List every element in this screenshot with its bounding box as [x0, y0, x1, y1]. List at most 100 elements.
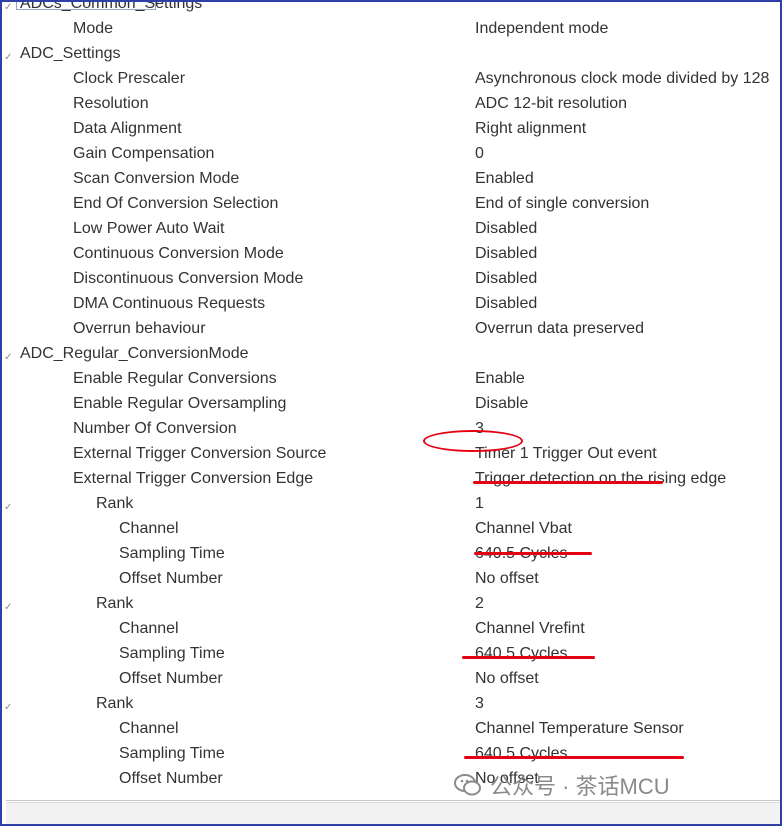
parameter-name: Mode — [73, 20, 114, 37]
annotation-underline — [473, 481, 663, 484]
parameter-value[interactable]: Overrun data preserved — [475, 319, 644, 339]
parameter-name: Scan Conversion Mode — [73, 170, 240, 187]
parameter-value[interactable]: Right alignment — [475, 119, 586, 139]
parameter-name: Rank — [96, 595, 134, 612]
tree-row[interactable]: Channel Channel Vrefint — [2, 619, 780, 644]
horizontal-scrollbar[interactable] — [6, 802, 780, 824]
tree-row[interactable]: ✓ Rank 3 — [2, 694, 780, 719]
tree-group-header[interactable]: ✓ ADCs_Common_Settings — [2, 2, 780, 19]
parameter-name: Gain Compensation — [73, 145, 215, 162]
parameter-name: Resolution — [73, 95, 149, 112]
parameter-name: Offset Number — [119, 770, 223, 787]
parameter-name: ADCs_Common_Settings — [20, 2, 203, 12]
parameter-value[interactable]: 2 — [475, 594, 484, 614]
expand-chevron-icon[interactable]: ✓ — [4, 498, 12, 518]
parameter-value[interactable]: Channel Temperature Sensor — [475, 719, 684, 739]
settings-panel: ✓ ADCs_Common_Settings Mode Independent mod… — [0, 0, 782, 826]
tree-row[interactable]: Data Alignment Right alignment — [2, 119, 780, 144]
parameter-name: Low Power Auto Wait — [73, 220, 225, 237]
tree-row[interactable]: Sampling Time 640.5 Cycles — [2, 644, 780, 669]
annotation-underline — [462, 656, 595, 659]
parameter-name: Discontinuous Conversion Mode — [73, 270, 304, 287]
parameter-name: Enable Regular Conversions — [73, 370, 277, 387]
annotation-underline — [474, 552, 592, 555]
parameter-value[interactable]: Disabled — [475, 294, 537, 314]
parameter-value[interactable]: 0 — [475, 144, 484, 164]
tree-row[interactable]: Gain Compensation 0 — [2, 144, 780, 169]
tree-row[interactable]: Resolution ADC 12-bit resolution — [2, 94, 780, 119]
tree-row[interactable]: Channel Channel Temperature Sensor — [2, 719, 780, 744]
parameter-name: Channel — [119, 620, 179, 637]
parameter-tree: ✓ ADCs_Common_Settings Mode Independent mod… — [2, 2, 780, 802]
expand-chevron-icon[interactable]: ✓ — [4, 698, 12, 718]
parameter-name: External Trigger Conversion Edge — [73, 470, 314, 487]
tree-row[interactable]: Continuous Conversion Mode Disabled — [2, 244, 780, 269]
tree-row[interactable]: Scan Conversion Mode Enabled — [2, 169, 780, 194]
parameter-name: ADC_Regular_ConversionMode — [20, 345, 249, 362]
expand-chevron-icon[interactable]: ✓ — [4, 48, 12, 68]
parameter-value[interactable]: Disabled — [475, 269, 537, 289]
expand-chevron-icon[interactable]: ✓ — [4, 348, 12, 368]
tree-row[interactable]: Enable Regular Conversions Enable — [2, 369, 780, 394]
annotation-underline — [464, 756, 684, 759]
parameter-value[interactable]: Channel Vbat — [475, 519, 572, 539]
parameter-value[interactable]: No offset — [475, 669, 539, 689]
parameter-name: Continuous Conversion Mode — [73, 245, 284, 262]
parameter-value[interactable]: 3 — [475, 694, 484, 714]
parameter-value[interactable]: Independent mode — [475, 19, 608, 39]
expand-chevron-icon[interactable]: ✓ — [4, 598, 12, 618]
parameter-name: External Trigger Conversion Source — [73, 445, 327, 462]
parameter-name: Data Alignment — [73, 120, 182, 137]
tree-row[interactable]: Enable Regular Oversampling Disable — [2, 394, 780, 419]
parameter-value[interactable]: Enabled — [475, 169, 534, 189]
parameter-name: ADC_Settings — [20, 45, 121, 62]
tree-row[interactable]: ✓ Rank 2 — [2, 594, 780, 619]
tree-row[interactable]: Channel Channel Vbat — [2, 519, 780, 544]
parameter-value[interactable]: End of single conversion — [475, 194, 649, 214]
tree-row[interactable]: Number Of Conversion 3 — [2, 419, 780, 444]
tree-row[interactable]: Clock Prescaler Asynchronous clock mode d… — [2, 69, 780, 94]
parameter-name: Sampling Time — [119, 645, 225, 662]
tree-row[interactable]: Mode Independent mode — [2, 19, 780, 44]
watermark: 公众号 · 茶话MCU — [454, 768, 670, 802]
parameter-name: Sampling Time — [119, 745, 225, 762]
parameter-name: Rank — [96, 495, 134, 512]
tree-row[interactable]: Low Power Auto Wait Disabled — [2, 219, 780, 244]
tree-row[interactable]: Overrun behaviour Overrun data preserved — [2, 319, 780, 344]
parameter-name: DMA Continuous Requests — [73, 295, 266, 312]
parameter-name: Channel — [119, 720, 179, 737]
expand-chevron-icon[interactable]: ✓ — [4, 2, 12, 18]
parameter-value[interactable]: 640.5 Cycles — [475, 644, 568, 664]
parameter-value[interactable]: Disable — [475, 394, 528, 414]
wechat-logo-icon — [454, 773, 482, 797]
parameter-name: Offset Number — [119, 670, 223, 687]
parameter-value[interactable]: No offset — [475, 569, 539, 589]
parameter-value[interactable]: Asynchronous clock mode divided by 128 — [475, 69, 769, 89]
tree-group-header[interactable]: ✓ ADC_Regular_ConversionMode — [2, 344, 780, 369]
tree-row[interactable]: ✓ Rank 1 — [2, 494, 780, 519]
parameter-value[interactable]: Trigger detection on the rising edge — [475, 469, 726, 489]
parameter-name: Clock Prescaler — [73, 70, 186, 87]
tree-row[interactable]: Offset Number No offset — [2, 569, 780, 594]
tree-row[interactable]: Sampling Time640.5 Cycles — [2, 544, 780, 569]
tree-row[interactable]: Offset Number No offset — [2, 669, 780, 694]
parameter-name: Rank — [96, 695, 134, 712]
parameter-value[interactable]: Channel Vrefint — [475, 619, 585, 639]
tree-group-header[interactable]: ✓ ADC_Settings — [2, 44, 780, 69]
parameter-name: Overrun behaviour — [73, 320, 206, 337]
parameter-name: Offset Number — [119, 570, 223, 587]
parameter-name: Enable Regular Oversampling — [73, 395, 287, 412]
parameter-value[interactable]: ADC 12-bit resolution — [475, 94, 627, 114]
parameter-value[interactable]: 1 — [475, 494, 484, 514]
parameter-name: End Of Conversion Selection — [73, 195, 279, 212]
parameter-value[interactable]: Enable — [475, 369, 525, 389]
parameter-value[interactable]: 640.5 Cycles — [475, 744, 568, 764]
parameter-name: Number Of Conversion — [73, 420, 237, 437]
tree-row[interactable]: External Trigger Conversion Edge Trigger … — [2, 469, 780, 494]
parameter-value[interactable]: Disabled — [475, 219, 537, 239]
parameter-value[interactable]: Disabled — [475, 244, 537, 264]
tree-row[interactable]: External Trigger Conversion Source Timer … — [2, 444, 780, 469]
tree-row[interactable]: DMA Continuous Requests Disabled — [2, 294, 780, 319]
tree-row[interactable]: End Of Conversion Selection End of single… — [2, 194, 780, 219]
tree-row[interactable]: Discontinuous Conversion Mode Disabled — [2, 269, 780, 294]
